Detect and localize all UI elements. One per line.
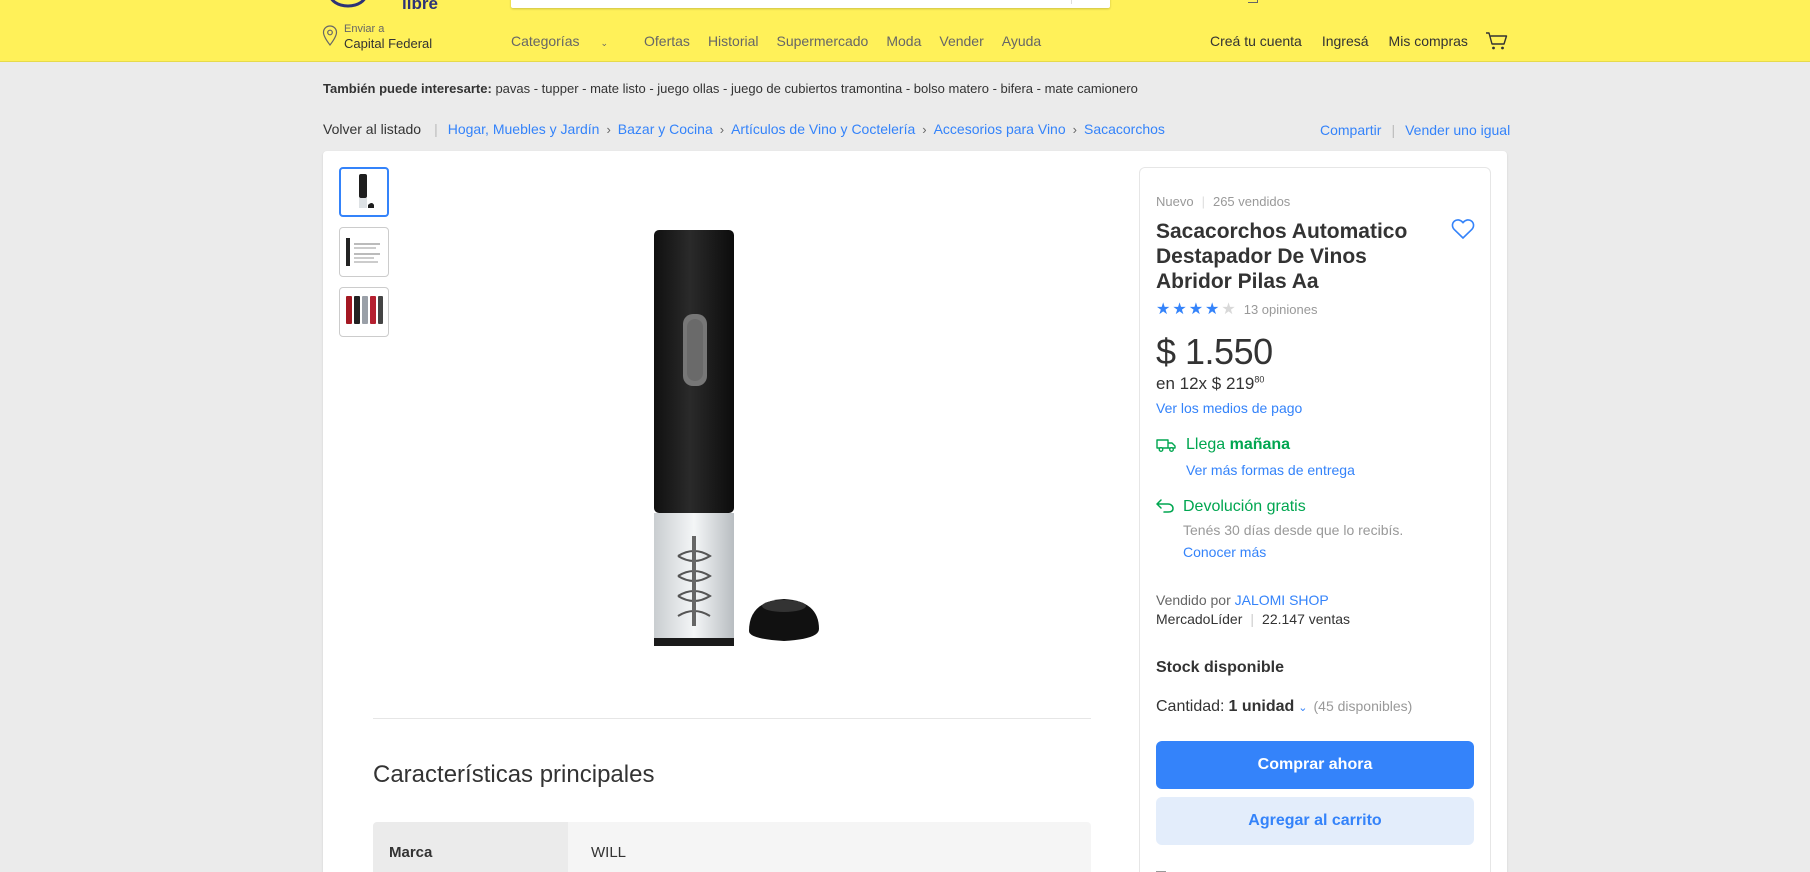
nav-categorias-label: Categorías	[511, 33, 580, 49]
share-actions: Compartir | Vender uno igual	[1320, 122, 1510, 138]
share-link[interactable]: Compartir	[1320, 122, 1381, 138]
sold-count: 265 vendidos	[1212, 194, 1291, 209]
leader-separator: |	[1250, 611, 1255, 627]
star-icon: ★	[1205, 300, 1220, 318]
section-divider	[373, 718, 1091, 719]
condition: Nuevo	[1156, 194, 1194, 209]
shipping-info: Llega mañana	[1186, 436, 1290, 454]
cart-icon[interactable]	[1485, 31, 1509, 51]
location-label: Enviar a	[344, 23, 385, 35]
chevron-right-icon: ›	[1072, 121, 1077, 137]
related-searches-label: También puede interesarte:	[323, 81, 492, 96]
seller-name-link[interactable]: JALOMI SHOP	[1235, 592, 1329, 608]
chevron-right-icon: ›	[922, 121, 927, 137]
product-title: Sacacorchos Automatico Destapador De Vin…	[1156, 220, 1408, 293]
shipping-location[interactable]: Enviar a Capital Federal	[322, 23, 432, 52]
quantity-label: Cantidad:	[1156, 698, 1225, 715]
buy-now-button[interactable]: Comprar ahora	[1156, 741, 1474, 789]
installments-cents: 80	[1254, 374, 1265, 385]
nav-vender[interactable]: Vender	[939, 33, 983, 49]
nav-categorias[interactable]: Categorías ⌄	[511, 33, 626, 49]
breadcrumb-item[interactable]: Bazar y Cocina	[618, 121, 713, 137]
star-icon: ★	[1172, 300, 1187, 318]
my-purchases-link[interactable]: Mis compras	[1389, 33, 1468, 49]
returns-link[interactable]: Conocer más	[1183, 544, 1266, 560]
seller-info: Vendido por JALOMI SHOP	[1156, 592, 1329, 608]
logo-text[interactable]: libre	[402, 0, 438, 14]
notification-icon[interactable]	[1248, 0, 1258, 3]
installments: en 12x $ 21980	[1156, 374, 1264, 394]
price: $ 1.550	[1156, 331, 1273, 372]
breadcrumb-item[interactable]: Hogar, Muebles y Jardín	[448, 121, 600, 137]
site-header: libre Enviar a Capital Federal Categoría…	[0, 0, 1810, 62]
breadcrumb-item[interactable]: Artículos de Vino y Coctelería	[731, 121, 915, 137]
return-arrow-icon	[1156, 499, 1174, 513]
chevron-down-icon: ⌄	[600, 38, 609, 48]
stock-status: Stock disponible	[1156, 659, 1285, 676]
breadcrumb: Volver al listado | Hogar, Muebles y Jar…	[323, 121, 1165, 137]
nav-ayuda[interactable]: Ayuda	[1002, 33, 1041, 49]
thumbnail-gallery	[339, 167, 389, 347]
quantity-selector[interactable]: Cantidad: 1 unidad ⌄ (45 disponibles)	[1156, 698, 1412, 716]
reviews-count[interactable]: 13 opiniones	[1244, 302, 1318, 317]
thumbnail-2[interactable]	[339, 227, 389, 277]
chevron-down-icon[interactable]: ⌄	[1298, 701, 1307, 714]
heart-icon[interactable]	[1451, 218, 1475, 240]
star-icon: ★	[1221, 300, 1236, 318]
share-separator: |	[1391, 122, 1396, 138]
related-searches-items[interactable]: pavas - tupper - mate listo - juego olla…	[495, 81, 1137, 96]
returns-title: Devolución gratis	[1183, 498, 1306, 515]
feature-key: Marca	[373, 822, 568, 872]
product-main-image[interactable]	[653, 226, 833, 646]
thumbnail-image	[346, 296, 383, 324]
leader-badge: MercadoLíder	[1156, 611, 1243, 627]
thumbnail-image	[359, 174, 374, 208]
login-link[interactable]: Ingresá	[1322, 33, 1369, 49]
nav-ofertas[interactable]: Ofertas	[644, 33, 690, 49]
installments-amount: en 12x $ 219	[1156, 374, 1255, 393]
search-divider	[1071, 0, 1072, 4]
related-searches: También puede interesarte: pavas - tuppe…	[323, 81, 1138, 96]
quantity-value[interactable]: 1 unidad	[1229, 698, 1295, 716]
features-table: Marca WILL	[373, 822, 1091, 872]
condition-separator: |	[1201, 194, 1205, 209]
shipping-when: mañana	[1229, 436, 1291, 453]
chevron-right-icon: ›	[606, 121, 611, 137]
user-nav: Creá tu cuenta Ingresá Mis compras	[1210, 33, 1488, 49]
features-title: Características principales	[373, 761, 655, 788]
shipping-prefix: Llega	[1186, 436, 1230, 453]
nav-historial[interactable]: Historial	[708, 33, 759, 49]
search-input[interactable]	[511, 0, 1110, 8]
condition-line: Nuevo | 265 vendidos	[1156, 194, 1290, 209]
thumbnail-3[interactable]	[339, 287, 389, 337]
feature-value: WILL	[568, 822, 1091, 872]
add-to-cart-button[interactable]: Agregar al carrito	[1156, 797, 1474, 845]
truck-icon	[1156, 439, 1176, 452]
buy-box: Nuevo | 265 vendidos Sacacorchos Automat…	[1139, 167, 1491, 872]
chevron-right-icon: ›	[719, 121, 725, 137]
thumbnail-image	[346, 238, 380, 266]
payment-methods-link[interactable]: Ver los medios de pago	[1156, 400, 1302, 416]
seller-prefix: Vendido por	[1156, 592, 1235, 608]
star-icon: ★	[1156, 300, 1171, 318]
location-value: Capital Federal	[344, 36, 433, 51]
star-icon: ★	[1188, 300, 1204, 318]
back-to-list-link[interactable]: Volver al listado	[323, 121, 421, 137]
rating[interactable]: ★ ★ ★ ★ ★ 13 opiniones	[1156, 300, 1318, 318]
main-nav: Categorías ⌄ Ofertas Historial Supermerca…	[511, 33, 1059, 49]
seller-sales: 22.147 ventas	[1262, 611, 1350, 627]
breadcrumb-item[interactable]: Accesorios para Vino	[934, 121, 1066, 137]
seller-reputation: MercadoLíder | 22.147 ventas	[1156, 611, 1350, 627]
location-pin-icon	[322, 25, 338, 46]
breadcrumb-separator: |	[434, 121, 438, 137]
returns-subtitle: Tenés 30 días desde que lo recibís.	[1183, 522, 1404, 538]
breadcrumb-item[interactable]: Sacacorchos	[1084, 121, 1165, 137]
nav-supermercado[interactable]: Supermercado	[777, 33, 869, 49]
shipping-options-link[interactable]: Ver más formas de entrega	[1186, 462, 1355, 478]
quantity-available: (45 disponibles)	[1313, 698, 1413, 714]
nav-moda[interactable]: Moda	[886, 33, 921, 49]
create-account-link[interactable]: Creá tu cuenta	[1210, 33, 1302, 49]
sell-same-link[interactable]: Vender uno igual	[1405, 122, 1510, 138]
thumbnail-1[interactable]	[339, 167, 389, 217]
